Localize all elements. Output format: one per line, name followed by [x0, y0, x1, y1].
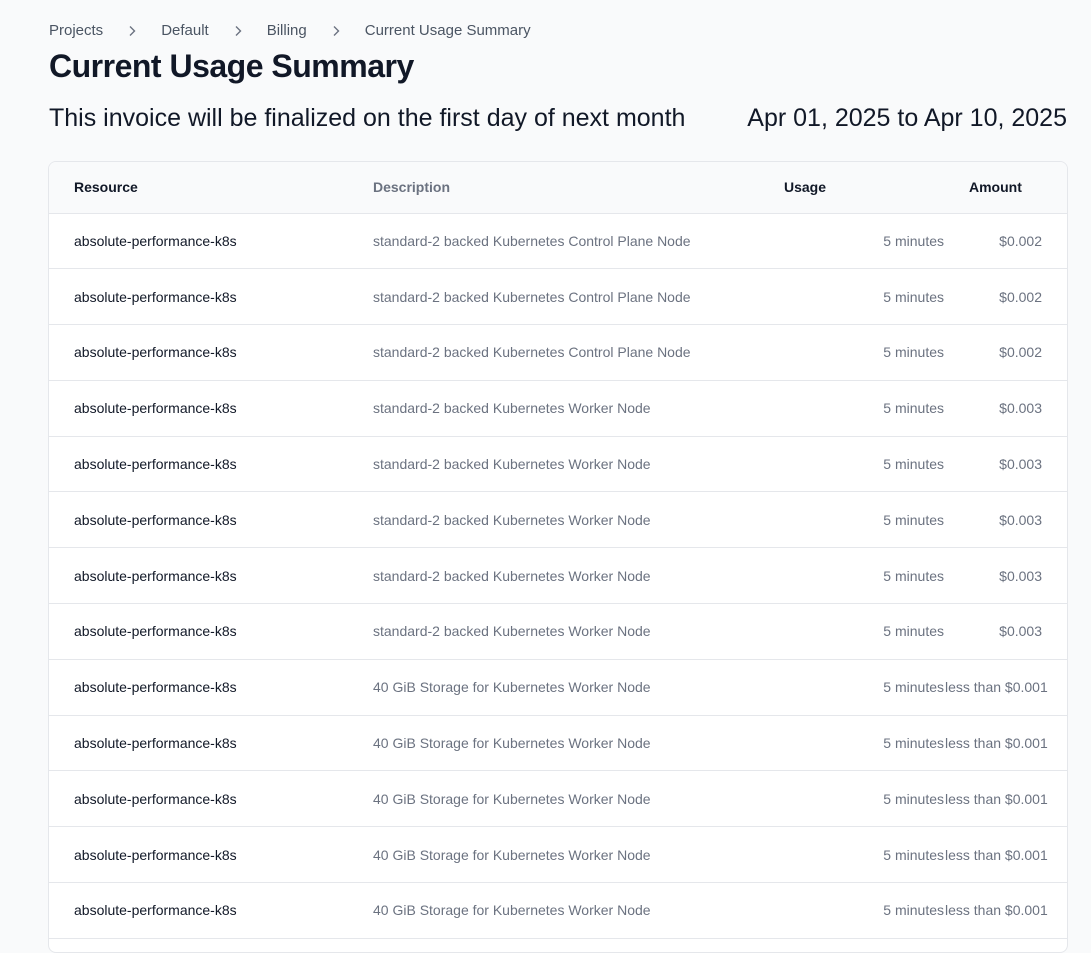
cell-resource: absolute-performance-k8s	[49, 882, 372, 939]
cell-description: standard-2 backed Kubernetes Worker Node	[372, 436, 760, 493]
table-row: absolute-performance-k8s40 GiB Storage f…	[49, 826, 1067, 884]
table-row: absolute-performance-k8s40 GiB Storage f…	[49, 659, 1067, 716]
cell-description: 40 GiB Storage for Kubernetes Worker Nod…	[372, 715, 760, 772]
cell-description: standard-2 backed Kubernetes Worker Node	[372, 603, 760, 660]
breadcrumb: Projects Default Billing Current Usage S…	[49, 22, 531, 39]
cell-amount: less than $0.001	[944, 659, 1067, 716]
cell-usage: 5 minutes	[760, 213, 944, 270]
cell-resource: absolute-performance-k8s	[49, 324, 372, 381]
cell-amount: less than $0.001	[944, 826, 1067, 884]
cell-description: standard-2 backed Kubernetes Control Pla…	[372, 324, 760, 381]
table-row: absolute-performance-k8s40 GiB Storage f…	[49, 938, 1067, 952]
table-row: absolute-performance-k8s standard-2 backe…	[49, 268, 1067, 326]
cell-description: standard-2 backed Kubernetes Control Pla…	[372, 213, 760, 270]
cell-usage: 5 minutes	[760, 770, 944, 828]
cell-description: 40 GiB Storage for Kubernetes Worker Nod…	[372, 770, 760, 828]
cell-usage: 5 minutes	[760, 268, 944, 326]
table-row: absolute-performance-k8s standard-2 backe…	[49, 324, 1067, 381]
cell-resource: absolute-performance-k8s	[49, 938, 372, 952]
usage-table: Resource Description Usage Amount absolu…	[49, 162, 1067, 952]
invoice-note: This invoice will be finalized on the fi…	[49, 104, 686, 132]
cell-resource: absolute-performance-k8s	[49, 603, 372, 660]
table-row: absolute-performance-k8s standard-2 backe…	[49, 436, 1067, 493]
table-row: absolute-performance-k8s standard-2 backe…	[49, 491, 1067, 549]
cell-resource: absolute-performance-k8s	[49, 547, 372, 605]
cell-resource: absolute-performance-k8s	[49, 268, 372, 326]
cell-resource: absolute-performance-k8s	[49, 436, 372, 493]
header-amount: Amount	[944, 162, 1067, 214]
cell-usage: 5 minutes	[760, 324, 944, 381]
breadcrumb-default[interactable]: Default	[161, 22, 209, 39]
usage-table-card: Resource Description Usage Amount absolu…	[48, 161, 1068, 953]
header-description: Description	[372, 162, 760, 214]
cell-description: 40 GiB Storage for Kubernetes Worker Nod…	[372, 659, 760, 716]
cell-resource: absolute-performance-k8s	[49, 380, 372, 437]
table-row: absolute-performance-k8s standard-2 backe…	[49, 547, 1067, 605]
cell-usage: 5 minutes	[760, 826, 944, 884]
cell-description: 40 GiB Storage for Kubernetes Worker Nod…	[372, 882, 760, 939]
breadcrumb-billing[interactable]: Billing	[267, 22, 307, 39]
header-resource: Resource	[49, 162, 372, 214]
cell-usage: 5 minutes	[760, 380, 944, 437]
header-usage: Usage	[760, 162, 944, 214]
cell-description: standard-2 backed Kubernetes Worker Node	[372, 491, 760, 549]
cell-usage: 5 minutes	[760, 603, 944, 660]
table-row: absolute-performance-k8s standard-2 backe…	[49, 380, 1067, 437]
table-row: absolute-performance-k8s40 GiB Storage f…	[49, 770, 1067, 828]
cell-amount: $0.002	[944, 324, 1067, 381]
cell-amount: $0.003	[944, 380, 1067, 437]
cell-resource: absolute-performance-k8s	[49, 213, 372, 270]
cell-resource: absolute-performance-k8s	[49, 715, 372, 772]
chevron-right-icon	[307, 25, 365, 37]
cell-resource: absolute-performance-k8s	[49, 491, 372, 549]
breadcrumb-current[interactable]: Current Usage Summary	[365, 22, 531, 39]
cell-resource: absolute-performance-k8s	[49, 659, 372, 716]
cell-description: 40 GiB Storage for Kubernetes Worker Nod…	[372, 938, 760, 952]
cell-usage: 5 minutes	[760, 659, 944, 716]
cell-amount: $0.002	[944, 213, 1067, 270]
cell-usage: 5 minutes	[760, 547, 944, 605]
cell-amount: less than $0.001	[944, 770, 1067, 828]
cell-resource: absolute-performance-k8s	[49, 826, 372, 884]
breadcrumb-projects[interactable]: Projects	[49, 22, 103, 39]
cell-usage: 5 minutes	[760, 491, 944, 549]
cell-amount: less than $0.001	[944, 715, 1067, 772]
table-row: absolute-performance-k8s standard-2 backe…	[49, 213, 1067, 270]
table-row: absolute-performance-k8s standard-2 backe…	[49, 603, 1067, 660]
cell-usage: 5 minutes	[760, 882, 944, 939]
cell-amount: less than $0.001	[944, 882, 1067, 939]
table-row: absolute-performance-k8s40 GiB Storage f…	[49, 715, 1067, 772]
table-row: absolute-performance-k8s40 GiB Storage f…	[49, 882, 1067, 939]
cell-amount: $0.003	[944, 603, 1067, 660]
cell-resource: absolute-performance-k8s	[49, 770, 372, 828]
cell-amount: $0.003	[944, 491, 1067, 549]
cell-amount: $0.002	[944, 268, 1067, 326]
cell-usage: 5 minutes	[760, 938, 944, 952]
cell-description: standard-2 backed Kubernetes Control Pla…	[372, 268, 760, 326]
cell-description: 40 GiB Storage for Kubernetes Worker Nod…	[372, 826, 760, 884]
cell-amount: $0.003	[944, 547, 1067, 605]
table-header-row: Resource Description Usage Amount	[49, 162, 1067, 214]
cell-usage: 5 minutes	[760, 436, 944, 493]
cell-usage: 5 minutes	[760, 715, 944, 772]
chevron-right-icon	[209, 25, 267, 37]
cell-amount: less than $0.001	[944, 938, 1067, 952]
page-title: Current Usage Summary	[49, 48, 414, 84]
chevron-right-icon	[103, 25, 161, 37]
cell-description: standard-2 backed Kubernetes Worker Node	[372, 380, 760, 437]
cell-description: standard-2 backed Kubernetes Worker Node	[372, 547, 760, 605]
cell-amount: $0.003	[944, 436, 1067, 493]
date-range: Apr 01, 2025 to Apr 10, 2025	[747, 104, 1067, 132]
invoice-info-row: This invoice will be finalized on the fi…	[49, 104, 1067, 133]
